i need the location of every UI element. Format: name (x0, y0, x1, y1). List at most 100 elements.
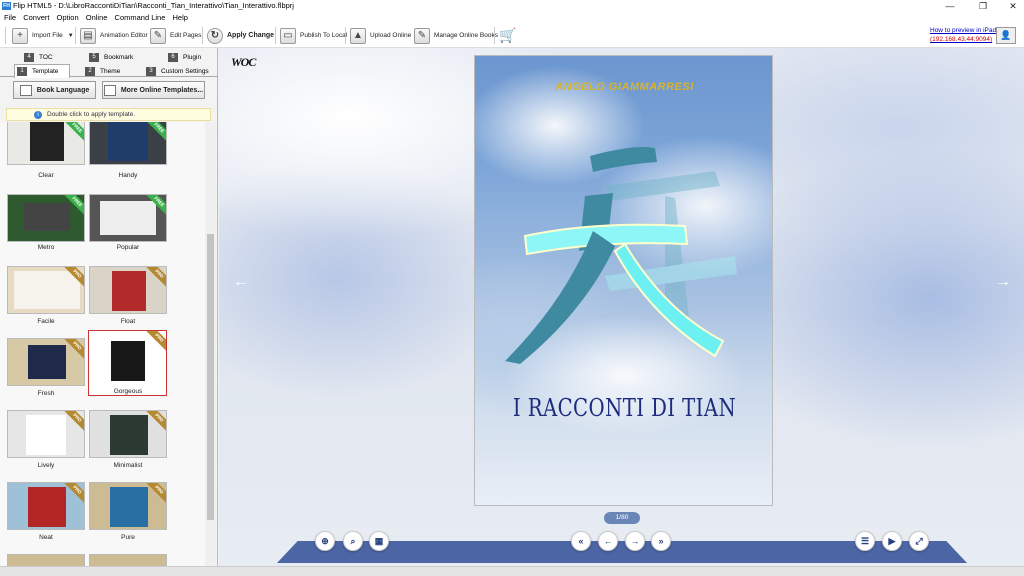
menu-option[interactable]: Option (57, 12, 79, 23)
thumb-page (100, 201, 156, 235)
thumbnails-button[interactable]: ▦ (369, 531, 389, 551)
template-name: Facile (37, 318, 55, 325)
template-thumb-lively[interactable]: PRO (7, 410, 85, 458)
next-page-button[interactable]: → (625, 531, 645, 551)
publish-local-label: Publish To Local (300, 32, 348, 39)
template-thumb-partial[interactable] (89, 554, 167, 566)
preview-ip-address[interactable]: (192.168.43.44:9094) (930, 35, 996, 44)
template-list: FREE Clear FREE Handy FREE Metro FREE Po… (0, 122, 205, 566)
user-account-button[interactable]: 👤 (996, 27, 1016, 44)
manage-online-books-button[interactable]: ✎ Manage Online Books (414, 26, 498, 45)
previous-page-button[interactable]: ← (598, 531, 618, 551)
template-hint: i Double click to apply template. (6, 108, 211, 121)
close-button[interactable]: ✕ (1003, 0, 1023, 12)
thumb-page (110, 415, 148, 455)
minimize-button[interactable]: — (940, 0, 960, 12)
edit-pages-button[interactable]: ✎ Edit Pages (150, 26, 201, 45)
tab-custom-settings[interactable]: 3 Custom Settings (146, 66, 209, 77)
maximize-button[interactable]: ❐ (973, 0, 993, 12)
book-language-label: Book Language (36, 86, 90, 94)
autoplay-button[interactable]: ▶ (882, 531, 902, 551)
toolbar-separator (494, 27, 495, 44)
tab-template-label[interactable]: 1 Template (17, 66, 58, 77)
chevron-down-icon[interactable]: ▼ (68, 33, 74, 39)
template-thumb-clear[interactable]: FREE (7, 122, 85, 165)
thumb-page (110, 487, 148, 527)
menu-online[interactable]: Online (86, 12, 108, 23)
preview-ipad-link[interactable]: How to preview in iPad (192.168.43.44:90… (930, 26, 996, 44)
template-thumb-float[interactable]: PRO (89, 266, 167, 314)
book-preview-area: WOC ← → ANGELO GIAMMARRESI I RACCONTI DI… (219, 48, 1024, 566)
more-online-templates-button[interactable]: More Online Templates... (102, 81, 205, 99)
prev-page-arrow[interactable]: ← (233, 273, 249, 291)
zoom-in-button[interactable]: ⊕ (315, 531, 335, 551)
last-page-button[interactable]: » (651, 531, 671, 551)
tab-number: 3 (146, 67, 156, 76)
template-name: Neat (39, 534, 53, 541)
tian-character-artwork (505, 147, 737, 364)
table-of-contents-button[interactable]: ☰ (855, 531, 875, 551)
menu-help[interactable]: Help (172, 12, 187, 23)
upload-online-label: Upload Online (370, 32, 412, 39)
tab-number: 5 (89, 53, 99, 62)
book-language-button[interactable]: Book Language (13, 81, 96, 99)
menu-file[interactable]: File (4, 12, 16, 23)
template-scrollbar[interactable] (205, 122, 216, 566)
manage-books-icon: ✎ (414, 27, 430, 44)
animation-editor-button[interactable]: ▤ Animation Editor (80, 26, 148, 45)
thumb-page (112, 271, 146, 311)
pro-badge: PRO (144, 267, 166, 289)
scrollbar-thumb[interactable] (207, 234, 214, 520)
tab-toc[interactable]: 4 TOC (24, 52, 53, 63)
tab-bookmark[interactable]: 5 Bookmark (89, 52, 133, 63)
apply-change-label: Apply Change (227, 32, 275, 39)
toolbar-separator (275, 27, 276, 44)
search-button[interactable]: ⌕ (343, 531, 363, 551)
import-file-button[interactable]: + Import File ▼ (12, 26, 74, 45)
publish-local-button[interactable]: ▭ Publish To Local (280, 26, 347, 45)
template-thumb-popular[interactable]: FREE (89, 194, 167, 242)
thumb-page (24, 203, 70, 231)
cart-icon[interactable]: 🛒 (499, 26, 516, 45)
tab-label: Custom Settings (161, 68, 209, 75)
template-thumb-pure[interactable]: PRO (89, 482, 167, 530)
tab-label: TOC (39, 54, 53, 61)
templates-icon (103, 84, 116, 96)
title-bar: FH Flip HTML5 - D:\LibroRaccontiDiTian\R… (0, 0, 1024, 12)
tab-label: Theme (100, 68, 121, 75)
template-name: Popular (116, 244, 140, 251)
thumb-page (111, 341, 145, 381)
template-thumb-fresh[interactable]: PRO (7, 338, 85, 386)
toolbar-separator (202, 27, 203, 44)
zoom-in-icon: ⊕ (321, 536, 329, 546)
template-thumb-handy[interactable]: FREE (89, 122, 167, 165)
tab-number: 2 (85, 67, 95, 76)
tab-label: Bookmark (104, 54, 134, 61)
template-thumb-partial[interactable] (7, 554, 85, 566)
template-thumb-metro[interactable]: FREE (7, 194, 85, 242)
tab-plugin[interactable]: 6 Plugin (168, 52, 201, 63)
toolbar-separator (345, 27, 346, 44)
next-page-arrow[interactable]: → (995, 273, 1011, 291)
book-cover[interactable]: ANGELO GIAMMARRESI I RACCONTI DI TIAN (474, 55, 773, 506)
pro-badge: PRO (144, 331, 166, 353)
fullscreen-button[interactable]: ⤢ (909, 531, 929, 551)
preview-ipad-text[interactable]: How to preview in iPad (930, 26, 996, 35)
window-title: Flip HTML5 - D:\LibroRaccontiDiTian\Racc… (13, 1, 294, 10)
menu-command-line[interactable]: Command Line (115, 12, 166, 23)
menu-convert[interactable]: Convert (23, 12, 49, 23)
upload-online-button[interactable]: ▲ Upload Online (350, 26, 411, 45)
template-name: Clear (38, 172, 54, 179)
free-badge: FREE (62, 122, 84, 143)
template-thumb-facile[interactable]: PRO (7, 266, 85, 314)
template-name: Fresh (37, 390, 55, 397)
manage-online-books-label: Manage Online Books (434, 32, 498, 39)
apply-change-button[interactable]: ↻ Apply Change (207, 26, 274, 45)
template-thumb-gorgeous-selected[interactable]: PRO (88, 330, 167, 396)
thumb-page (30, 122, 64, 161)
first-page-button[interactable]: « (571, 531, 591, 551)
grid-icon: ▦ (374, 536, 384, 546)
tab-theme[interactable]: 2 Theme (85, 66, 120, 77)
template-thumb-neat[interactable]: PRO (7, 482, 85, 530)
template-thumb-minimalist[interactable]: PRO (89, 410, 167, 458)
